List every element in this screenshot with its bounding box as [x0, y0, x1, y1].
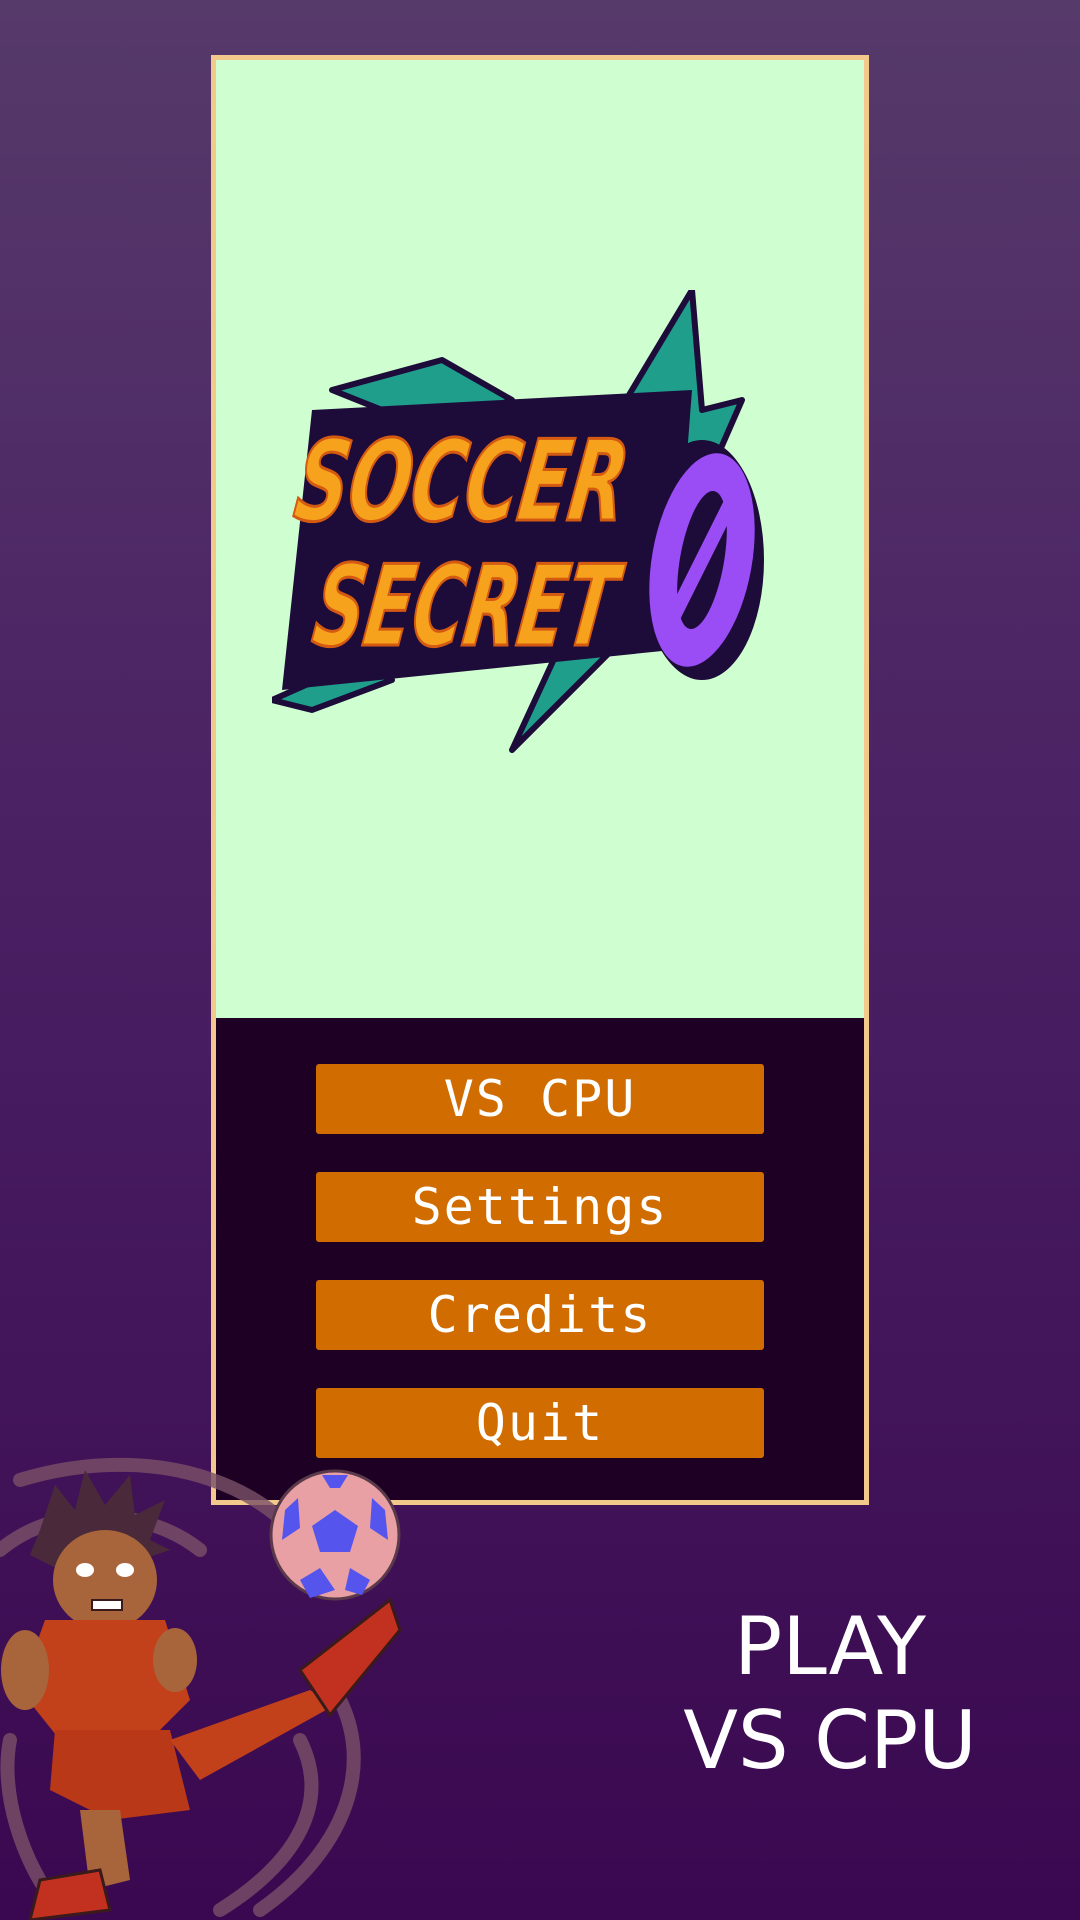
hint-line-1: PLAY: [733, 1600, 927, 1693]
game-logo: SOCCER SECRET: [272, 290, 764, 753]
vs-cpu-button[interactable]: VS CPU: [316, 1064, 764, 1134]
soccer-ball-icon: [269, 1469, 401, 1601]
main-menu: VS CPU Settings Credits Quit: [216, 1018, 864, 1500]
title-panel: SOCCER SECRET: [216, 60, 864, 1018]
credits-button[interactable]: Credits: [316, 1280, 764, 1350]
player-illustration: [0, 1457, 402, 1920]
logo-line-2: SECRET: [306, 542, 629, 672]
logo-line-1: SOCCER: [288, 417, 636, 547]
play-mode-hint: PLAY VS CPU: [640, 1600, 1020, 1788]
settings-button[interactable]: Settings: [316, 1172, 764, 1242]
hint-line-2: VS CPU: [683, 1694, 977, 1787]
game-frame: SOCCER SECRET VS CPU Settings Credits Qu…: [211, 55, 869, 1505]
